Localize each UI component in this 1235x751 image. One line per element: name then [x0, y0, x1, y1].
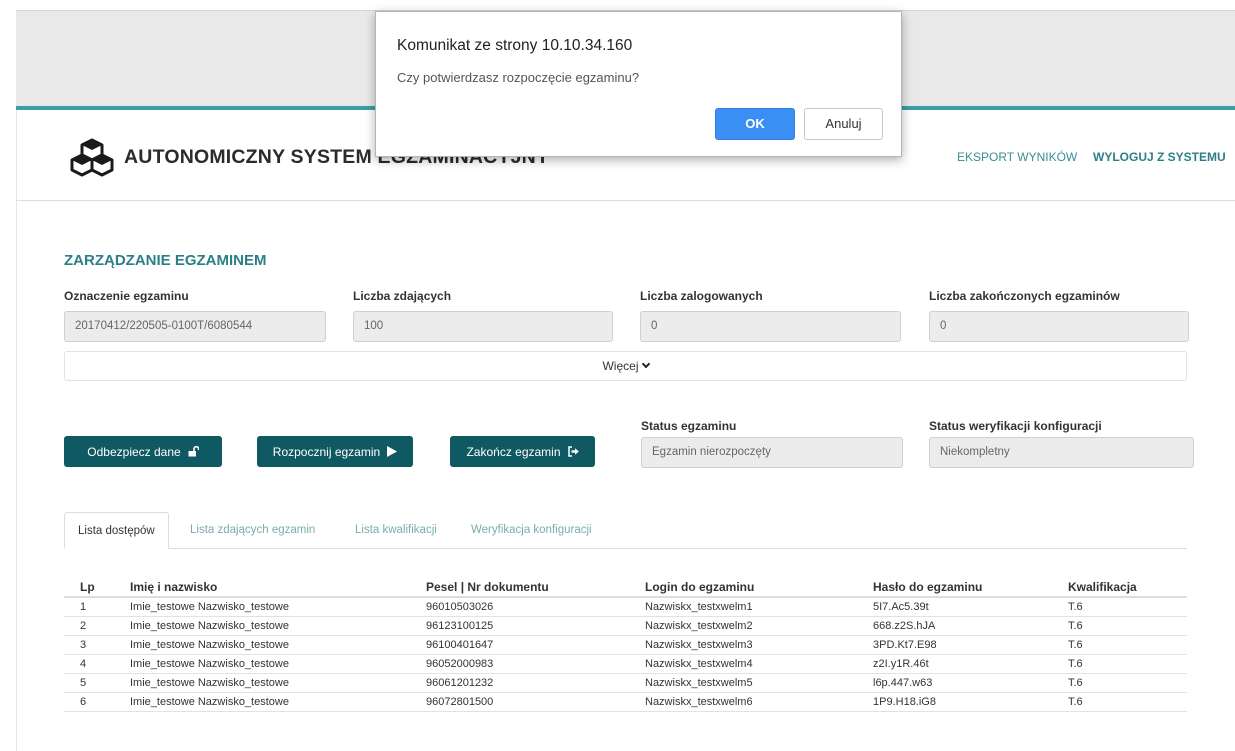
cell-name: Imie_testowe Nazwisko_testowe [130, 658, 289, 670]
left-rule [16, 110, 17, 751]
cell-lp: 2 [80, 620, 87, 632]
cell-login: Nazwiskx_testxwelm5 [645, 677, 753, 689]
tab-access-list[interactable]: Lista dostępów [64, 512, 169, 549]
table-body: 1 Imie_testowe Nazwisko_testowe 9601050302… [64, 598, 1187, 712]
cell-password: 668.z2S.hJA [873, 620, 936, 632]
tab-qualifications-list[interactable]: Lista kwalifikacji [355, 512, 437, 549]
cell-qualification: T.6 [1068, 677, 1083, 689]
cell-qualification: T.6 [1068, 620, 1083, 632]
start-exam-button[interactable]: Rozpocznij egzamin [257, 436, 413, 467]
table-row: 6 Imie_testowe Nazwisko_testowe 9607280150… [64, 693, 1187, 712]
dialog-ok-button[interactable]: OK [715, 108, 795, 140]
exam-status-label: Status egzaminu [641, 419, 737, 433]
sign-out-icon [567, 446, 579, 457]
cell-name: Imie_testowe Nazwisko_testowe [130, 639, 289, 651]
cell-password: l6p.447.w63 [873, 677, 933, 689]
cell-pesel: 96010503026 [426, 601, 494, 613]
end-exam-label: Zakończ egzamin [466, 444, 561, 459]
col-header-login: Login do egzaminu [645, 580, 755, 594]
unlock-data-button[interactable]: Odbezpiecz dane [64, 436, 222, 467]
cell-name: Imie_testowe Nazwisko_testowe [130, 620, 289, 632]
more-toggle[interactable]: Więcej [64, 351, 1187, 381]
cell-login: Nazwiskx_testxwelm1 [645, 601, 753, 613]
chevron-down-icon [641, 359, 650, 369]
cell-qualification: T.6 [1068, 639, 1083, 651]
table-header-row: Lp Imię i nazwisko Pesel | Nr dokumentu … [64, 576, 1187, 598]
finished-count-label: Liczba zakończonych egzaminów [929, 289, 1120, 303]
tab-bar: Lista dostępów Lista zdających egzamin L… [64, 512, 1187, 549]
cell-login: Nazwiskx_testxwelm2 [645, 620, 753, 632]
col-header-lp: Lp [80, 580, 95, 594]
cell-qualification: T.6 [1068, 658, 1083, 670]
start-exam-label: Rozpocznij egzamin [272, 444, 381, 459]
cell-password: 5I7.Ac5.39t [873, 601, 929, 613]
table-row: 4 Imie_testowe Nazwisko_testowe 9605200098… [64, 655, 1187, 674]
play-icon [387, 446, 398, 457]
cell-password: 3PD.Kt7.E98 [873, 639, 937, 651]
table-row: 3 Imie_testowe Nazwisko_testowe 9610040164… [64, 636, 1187, 655]
cell-name: Imie_testowe Nazwisko_testowe [130, 677, 289, 689]
config-status-label: Status weryfikacji konfiguracji [929, 419, 1102, 433]
cell-password: 1P9.H18.iG8 [873, 696, 936, 708]
config-status-field: Niekompletny [929, 437, 1194, 468]
col-header-password: Hasło do egzaminu [873, 580, 983, 594]
col-header-name: Imię i nazwisko [130, 580, 218, 594]
table-row: 1 Imie_testowe Nazwisko_testowe 9601050302… [64, 598, 1187, 617]
section-title: ZARZĄDZANIE EGZAMINEM [64, 252, 267, 269]
header-divider [16, 200, 1235, 201]
examinees-count-field: 100 [353, 311, 613, 342]
cell-pesel: 96100401647 [426, 639, 494, 651]
exam-status-field: Egzamin nierozpoczęty [641, 437, 903, 468]
end-exam-button[interactable]: Zakończ egzamin [450, 436, 595, 467]
cell-pesel: 96061201232 [426, 677, 494, 689]
table-row: 2 Imie_testowe Nazwisko_testowe 9612310012… [64, 617, 1187, 636]
confirm-dialog: Komunikat ze strony 10.10.34.160 Czy pot… [375, 11, 902, 157]
exam-id-label: Oznaczenie egzaminu [64, 289, 189, 303]
dialog-title: Komunikat ze strony 10.10.34.160 [397, 37, 633, 54]
logged-in-count-field: 0 [640, 311, 901, 342]
browser-page: AUTONOMICZNY SYSTEM EGZAMINACYJNY EKSPOR… [0, 0, 1235, 751]
exam-id-field: 20170412/220505-0100T/6080544 [64, 311, 326, 342]
cell-lp: 1 [80, 601, 87, 613]
nav-logout[interactable]: WYLOGUJ Z SYSTEMU [1093, 150, 1226, 164]
cell-qualification: T.6 [1068, 696, 1083, 708]
access-table: Lp Imię i nazwisko Pesel | Nr dokumentu … [64, 576, 1187, 712]
cell-lp: 4 [80, 658, 87, 670]
finished-count-field: 0 [929, 311, 1189, 342]
cell-name: Imie_testowe Nazwisko_testowe [130, 696, 289, 708]
more-label: Więcej [602, 359, 639, 373]
unlock-data-label: Odbezpiecz dane [87, 444, 181, 459]
col-header-qualification: Kwalifikacja [1068, 580, 1137, 594]
cell-lp: 3 [80, 639, 87, 651]
cell-qualification: T.6 [1068, 601, 1083, 613]
cell-password: z2I.y1R.46t [873, 658, 929, 670]
cell-pesel: 96052000983 [426, 658, 494, 670]
logged-in-count-label: Liczba zalogowanych [640, 289, 763, 303]
cell-login: Nazwiskx_testxwelm4 [645, 658, 753, 670]
unlock-icon [188, 446, 199, 457]
cubes-logo-icon [70, 138, 114, 177]
examinees-count-label: Liczba zdających [353, 289, 452, 303]
tab-examinees-list[interactable]: Lista zdających egzamin [190, 512, 315, 549]
table-row: 5 Imie_testowe Nazwisko_testowe 9606120123… [64, 674, 1187, 693]
cell-lp: 5 [80, 677, 87, 689]
dialog-message: Czy potwierdzasz rozpoczęcie egzaminu? [397, 70, 640, 85]
col-header-pesel: Pesel | Nr dokumentu [426, 580, 549, 594]
cell-login: Nazwiskx_testxwelm6 [645, 696, 753, 708]
dialog-cancel-button[interactable]: Anuluj [804, 108, 883, 140]
cell-pesel: 96072801500 [426, 696, 494, 708]
cell-name: Imie_testowe Nazwisko_testowe [130, 601, 289, 613]
cell-login: Nazwiskx_testxwelm3 [645, 639, 753, 651]
cell-lp: 6 [80, 696, 87, 708]
tab-config-verification[interactable]: Weryfikacja konfiguracji [471, 512, 592, 549]
cell-pesel: 96123100125 [426, 620, 494, 632]
nav-export-results[interactable]: EKSPORT WYNIKÓW [957, 150, 1077, 164]
